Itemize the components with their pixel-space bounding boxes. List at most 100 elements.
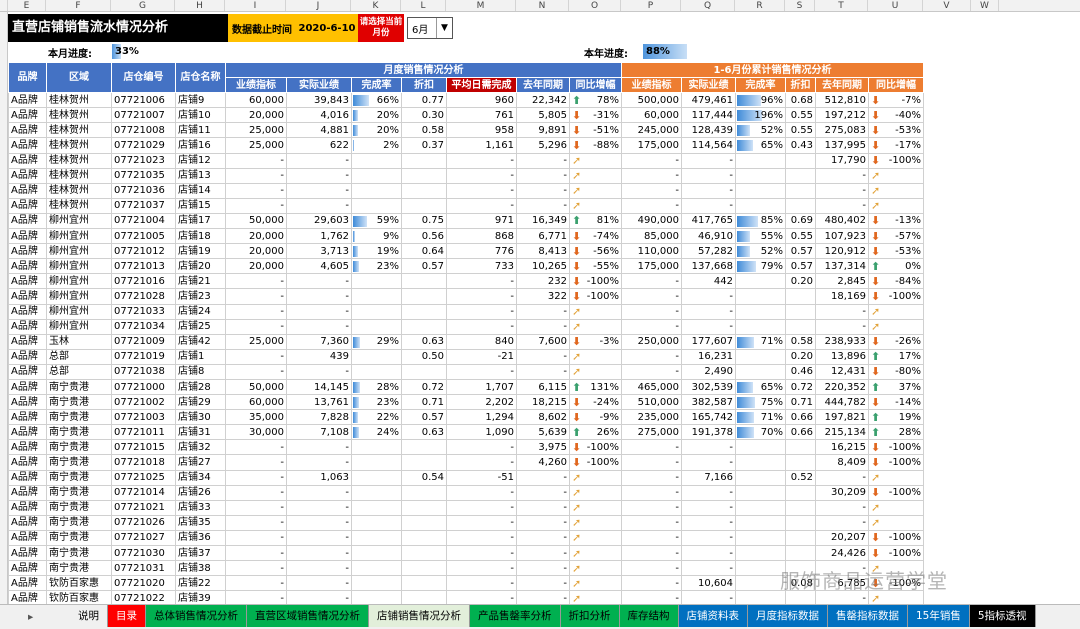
table-cell[interactable]: 店铺11: [175, 122, 226, 139]
table-cell[interactable]: 1,294: [446, 409, 517, 426]
table-cell[interactable]: 南宁贵港: [46, 424, 112, 441]
table-cell[interactable]: -: [516, 348, 570, 365]
table-cell[interactable]: 店铺20: [175, 258, 226, 275]
table-cell[interactable]: 5,296: [516, 137, 570, 154]
yoy-cell[interactable]: ➚: [569, 529, 622, 547]
table-cell[interactable]: [785, 197, 816, 214]
table-cell[interactable]: A品牌: [8, 514, 47, 531]
table-cell[interactable]: -: [225, 303, 287, 320]
table-cell[interactable]: [785, 499, 816, 516]
table-cell[interactable]: -: [681, 288, 736, 305]
table-cell[interactable]: 18,215: [516, 394, 570, 411]
yoy-cell[interactable]: ➚: [868, 318, 924, 335]
table-cell[interactable]: 07721030: [111, 544, 176, 562]
yoy-cell[interactable]: ⬇ -74%: [569, 228, 622, 245]
table-cell[interactable]: 25,000: [225, 137, 287, 154]
table-cell[interactable]: 0.50: [401, 348, 447, 365]
table-cell[interactable]: -: [681, 514, 736, 531]
deadline-value[interactable]: 2020-6-10: [296, 14, 358, 42]
table-cell[interactable]: [785, 544, 816, 562]
table-cell[interactable]: 20,000: [225, 107, 287, 124]
yoy-cell[interactable]: ➚: [569, 544, 622, 562]
table-cell[interactable]: 南宁贵港: [46, 560, 112, 577]
yoy-cell[interactable]: ⬇ -100%: [868, 288, 924, 305]
table-cell[interactable]: 622: [286, 137, 352, 154]
table-cell[interactable]: 店铺13: [175, 167, 226, 184]
table-cell[interactable]: [785, 514, 816, 531]
table-cell[interactable]: 07721009: [111, 333, 176, 350]
table-cell[interactable]: [351, 303, 402, 320]
table-cell[interactable]: 191,378: [681, 424, 736, 441]
completion-cell[interactable]: 96%: [735, 92, 786, 109]
table-cell[interactable]: [351, 439, 402, 456]
table-cell[interactable]: -: [621, 560, 682, 577]
table-cell[interactable]: -: [225, 529, 287, 547]
table-cell[interactable]: 店铺26: [175, 484, 226, 501]
table-cell[interactable]: 0.52: [785, 469, 816, 486]
completion-cell[interactable]: 20%: [351, 107, 402, 124]
yoy-cell[interactable]: ⬆ 81%: [569, 212, 622, 230]
table-cell[interactable]: A品牌: [8, 363, 47, 380]
table-cell[interactable]: 24,426: [815, 544, 869, 562]
table-cell[interactable]: [735, 454, 786, 471]
table-cell[interactable]: A品牌: [8, 469, 47, 486]
table-cell[interactable]: 35,000: [225, 409, 287, 426]
yoy-cell[interactable]: ➚: [569, 167, 622, 184]
yoy-cell[interactable]: ⬇ -100%: [569, 288, 622, 305]
table-cell[interactable]: 07721034: [111, 318, 176, 335]
table-cell[interactable]: 25,000: [225, 333, 287, 350]
table-cell[interactable]: 0.46: [785, 363, 816, 380]
table-cell[interactable]: 7,108: [286, 424, 352, 441]
table-cell[interactable]: 桂林贺州: [46, 167, 112, 184]
table-cell[interactable]: 137,995: [815, 137, 869, 154]
table-cell[interactable]: 0.56: [401, 228, 447, 245]
table-cell[interactable]: -: [621, 499, 682, 516]
table-cell[interactable]: 店铺8: [175, 363, 226, 380]
yoy-cell[interactable]: ⬆ 131%: [569, 378, 622, 396]
table-cell[interactable]: -: [516, 469, 570, 486]
table-cell[interactable]: [401, 454, 447, 471]
table-cell[interactable]: [351, 197, 402, 214]
table-cell[interactable]: 南宁贵港: [46, 439, 112, 456]
table-cell[interactable]: 店铺19: [175, 243, 226, 260]
table-cell[interactable]: 总部: [46, 348, 112, 365]
table-cell[interactable]: -: [681, 303, 736, 320]
table-cell[interactable]: 107,923: [815, 228, 869, 245]
table-cell[interactable]: 8,602: [516, 409, 570, 426]
table-cell[interactable]: 07721006: [111, 92, 176, 109]
table-cell[interactable]: -: [621, 544, 682, 562]
table-cell[interactable]: 444,782: [815, 394, 869, 411]
table-cell[interactable]: [401, 273, 447, 290]
table-cell[interactable]: 175,000: [621, 258, 682, 275]
yoy-cell[interactable]: ➚: [868, 197, 924, 214]
table-cell[interactable]: -: [225, 318, 287, 335]
table-cell[interactable]: -: [446, 273, 517, 290]
table-cell[interactable]: 南宁贵港: [46, 469, 112, 486]
table-cell[interactable]: 店铺18: [175, 228, 226, 245]
table-cell[interactable]: A品牌: [8, 439, 47, 456]
table-cell[interactable]: A品牌: [8, 560, 47, 577]
table-cell[interactable]: -: [621, 318, 682, 335]
table-cell[interactable]: [785, 182, 816, 199]
table-cell[interactable]: -: [286, 288, 352, 305]
table-cell[interactable]: 柳州宜州: [46, 303, 112, 320]
yoy-cell[interactable]: ⬇ -100%: [569, 273, 622, 290]
table-cell[interactable]: [785, 318, 816, 335]
table-cell[interactable]: 510,000: [621, 394, 682, 411]
table-cell[interactable]: 220,352: [815, 378, 869, 396]
table-cell[interactable]: 177,607: [681, 333, 736, 350]
column-header[interactable]: J: [286, 0, 351, 11]
table-cell[interactable]: 0.43: [785, 137, 816, 154]
table-cell[interactable]: A品牌: [8, 273, 47, 290]
table-cell[interactable]: 店铺30: [175, 409, 226, 426]
table-cell[interactable]: -: [225, 348, 287, 365]
table-cell[interactable]: 桂林贺州: [46, 137, 112, 154]
table-cell[interactable]: [351, 348, 402, 365]
table-cell[interactable]: 16,215: [815, 439, 869, 456]
table-cell[interactable]: 店铺23: [175, 288, 226, 305]
table-cell[interactable]: [351, 469, 402, 486]
table-cell[interactable]: -: [225, 273, 287, 290]
yoy-cell[interactable]: ⬇ -26%: [868, 333, 924, 350]
table-cell[interactable]: A品牌: [8, 348, 47, 365]
table-cell[interactable]: [401, 197, 447, 214]
